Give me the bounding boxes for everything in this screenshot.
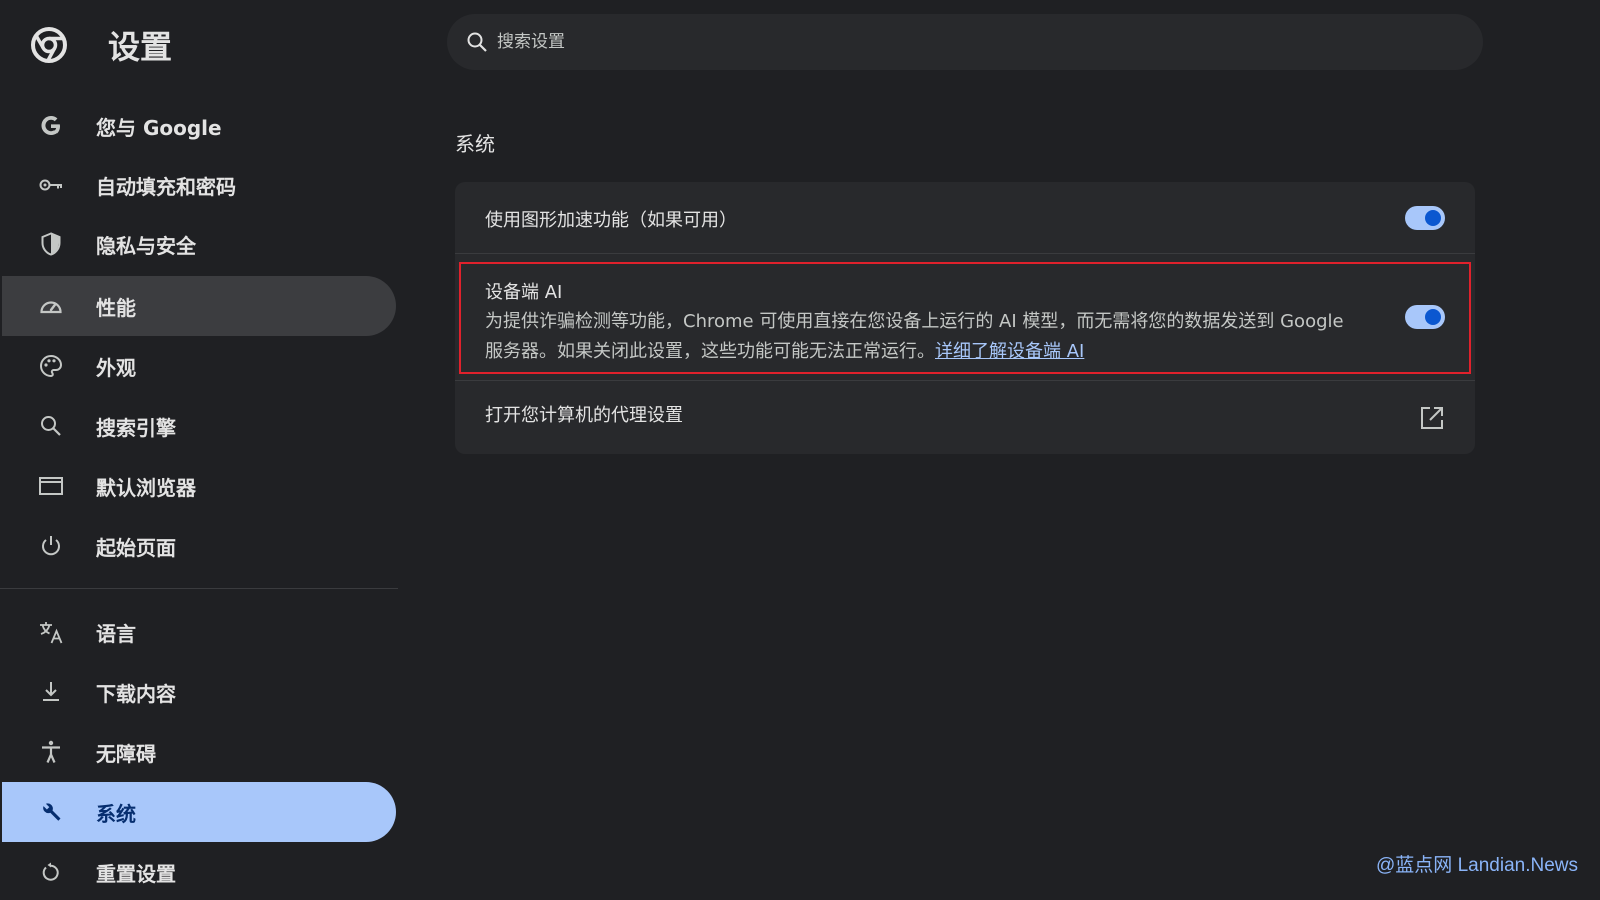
sidebar-item-you-and-google[interactable]: 您与 Google xyxy=(2,96,396,156)
sidebar-item-label: 起始页面 xyxy=(96,535,176,560)
search-bar[interactable] xyxy=(447,14,1483,70)
setting-label: 使用图形加速功能（如果可用） xyxy=(485,210,737,231)
sidebar-item-label: 默认浏览器 xyxy=(96,475,196,500)
sidebar-item-default-browser[interactable]: 默认浏览器 xyxy=(2,456,396,516)
google-icon xyxy=(38,113,64,139)
sidebar-item-label: 语言 xyxy=(96,621,136,646)
toggle-knob xyxy=(1425,210,1441,226)
setting-row-proxy[interactable]: 打开您计算机的代理设置 xyxy=(455,381,1475,454)
setting-label: 设备端 AI xyxy=(485,282,563,303)
sidebar-item-label: 性能 xyxy=(96,295,136,320)
sidebar-item-performance[interactable]: 性能 xyxy=(2,276,396,336)
hardware-acceleration-toggle[interactable] xyxy=(1405,206,1445,230)
browser-window-icon xyxy=(38,473,64,499)
shield-icon xyxy=(38,231,64,257)
sidebar-item-reset[interactable]: 重置设置 xyxy=(2,842,396,900)
setting-description: 为提供诈骗检测等功能，Chrome 可使用直接在您设备上运行的 AI 模型，而无… xyxy=(485,307,1365,367)
sidebar-item-privacy[interactable]: 隐私与安全 xyxy=(2,214,396,274)
sidebar-item-label: 重置设置 xyxy=(96,861,176,886)
search-input[interactable] xyxy=(497,26,1397,58)
sidebar-item-label: 外观 xyxy=(96,355,136,380)
power-icon xyxy=(38,533,64,559)
wrench-icon xyxy=(38,799,64,825)
sidebar-item-accessibility[interactable]: 无障碍 xyxy=(2,722,396,782)
sidebar-divider xyxy=(0,588,398,589)
setting-description-text: 为提供诈骗检测等功能，Chrome 可使用直接在您设备上运行的 AI 模型，而无… xyxy=(485,311,1344,362)
setting-row-on-device-ai: 设备端 AI 为提供诈骗检测等功能，Chrome 可使用直接在您设备上运行的 A… xyxy=(455,254,1475,381)
sidebar-item-downloads[interactable]: 下载内容 xyxy=(2,662,396,722)
brand-header: 设置 xyxy=(30,22,172,68)
sidebar-item-label: 搜索引擎 xyxy=(96,415,176,440)
sidebar-item-autofill[interactable]: 自动填充和密码 xyxy=(2,155,396,215)
watermark: @蓝点网 Landian.News xyxy=(1376,855,1578,876)
speedometer-icon xyxy=(38,293,64,319)
download-icon xyxy=(38,679,64,705)
section-title: 系统 xyxy=(455,132,495,156)
sidebar-item-label: 隐私与安全 xyxy=(96,233,196,258)
key-icon xyxy=(38,172,64,198)
setting-label: 打开您计算机的代理设置 xyxy=(485,405,683,426)
sidebar-item-label: 自动填充和密码 xyxy=(96,174,236,199)
sidebar-item-appearance[interactable]: 外观 xyxy=(2,336,396,396)
palette-icon xyxy=(38,353,64,379)
setting-row-hardware-acceleration: 使用图形加速功能（如果可用） xyxy=(455,182,1475,254)
sidebar: 设置 您与 Google 自动填充和密码 隐私与安全 性能 外观 搜索引擎 默认… xyxy=(0,0,400,900)
learn-more-link[interactable]: 详细了解设备端 AI xyxy=(935,341,1084,362)
search-icon[interactable] xyxy=(465,30,489,54)
sidebar-item-label: 您与 Google xyxy=(96,115,222,140)
page-title: 设置 xyxy=(108,28,173,66)
sidebar-item-search-engine[interactable]: 搜索引擎 xyxy=(2,396,396,456)
system-settings-card: 使用图形加速功能（如果可用） 设备端 AI 为提供诈骗检测等功能，Chrome … xyxy=(455,182,1475,454)
sidebar-item-languages[interactable]: 语言 xyxy=(2,602,396,662)
translate-icon xyxy=(38,619,64,645)
toggle-knob xyxy=(1425,309,1441,325)
sidebar-item-label: 无障碍 xyxy=(96,741,156,766)
reset-icon xyxy=(38,859,64,885)
sidebar-item-label: 下载内容 xyxy=(96,681,176,706)
accessibility-icon xyxy=(38,739,64,765)
sidebar-item-label: 系统 xyxy=(96,801,136,826)
chrome-logo-icon xyxy=(31,27,67,63)
sidebar-item-on-startup[interactable]: 起始页面 xyxy=(2,516,396,576)
on-device-ai-toggle[interactable] xyxy=(1405,305,1445,329)
sidebar-item-system[interactable]: 系统 xyxy=(2,782,396,842)
open-external-icon[interactable] xyxy=(1419,405,1445,431)
search-icon xyxy=(38,413,64,439)
